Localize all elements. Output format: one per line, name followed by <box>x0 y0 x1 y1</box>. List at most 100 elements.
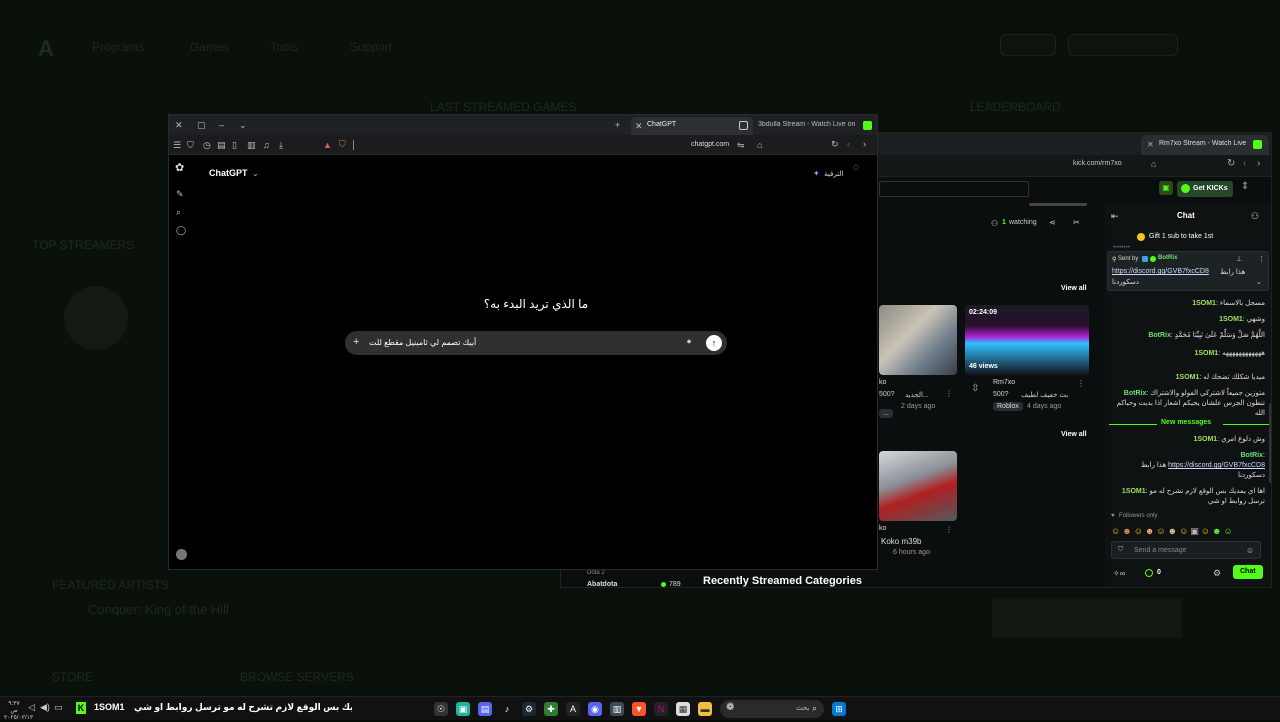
brave-icon[interactable]: ▼ <box>632 702 646 716</box>
brave-rewards-icon[interactable]: ▲ <box>323 140 332 150</box>
new-messages-divider[interactable]: New messages <box>1109 419 1269 429</box>
emote-icon[interactable]: ☺ <box>1111 526 1122 536</box>
send-arrow-icon[interactable]: ↑ <box>706 335 722 351</box>
wallet-icon[interactable]: ▤ <box>217 140 226 150</box>
emote-icon[interactable]: ☺ <box>1156 526 1167 536</box>
chat-username[interactable]: 1SOM1 <box>1219 316 1243 323</box>
brave-shields-icon[interactable]: ⛉ <box>339 139 346 149</box>
kick-tab[interactable]: ✕ Rm7xo Stream - Watch Live on Kick <box>1141 135 1269 155</box>
emote-icon[interactable]: ☺ <box>1223 526 1234 536</box>
site-settings-icon[interactable]: ⇋ <box>737 140 745 150</box>
chat-link[interactable]: https://discord.gg/GVB7fxcCD8 <box>1168 462 1265 469</box>
steam-icon[interactable]: ⚙ <box>522 702 536 716</box>
notifications-icon[interactable]: ◁ <box>28 702 35 713</box>
app-icon[interactable]: ☉ <box>434 702 448 716</box>
app-icon[interactable]: ✚ <box>544 702 558 716</box>
app-icon[interactable]: ▣ <box>456 702 470 716</box>
chat-username[interactable]: 1SOM1 <box>1193 436 1217 443</box>
chat-scrollbar[interactable] <box>1269 403 1271 483</box>
app-icon[interactable]: N <box>654 702 668 716</box>
emote-bar[interactable]: ☺☻☺☻☺☻☺▣☺☻☺ <box>1111 525 1267 537</box>
video-2-menu-icon[interactable]: ⋮ <box>1077 379 1085 388</box>
reload-icon[interactable]: ↻ <box>831 139 839 149</box>
chat-username[interactable]: BotRix <box>1124 390 1147 397</box>
model-selector[interactable]: ChatGPT ⌄ <box>209 163 259 178</box>
pinned-link[interactable]: https://discord.gg/GVB7fxcCD8 <box>1112 268 1209 275</box>
chat-username[interactable]: 1SOM1 <box>1192 300 1216 307</box>
kick-search-input[interactable] <box>879 181 1029 197</box>
get-kicks-button[interactable]: Get KICKs <box>1177 181 1233 197</box>
tab-kick[interactable]: 3bdulla Stream - Watch Live on Kick <box>755 117 877 135</box>
window-close-icon[interactable]: ✕ <box>175 120 183 130</box>
tiktok-icon[interactable]: ♪ <box>500 702 514 716</box>
clip-icon[interactable]: ✂ <box>1073 218 1080 227</box>
forward-icon[interactable]: › <box>1257 158 1260 169</box>
gift-banner[interactable]: Gift 1 sub to take 1st <box>1105 231 1271 243</box>
video-1-menu-icon[interactable]: ⋮ <box>945 389 953 398</box>
video-2-title[interactable]: بث خفيف لطيف <box>1021 391 1068 399</box>
tab-close-icon[interactable]: ✕ <box>1147 140 1154 149</box>
forward-icon[interactable]: › <box>863 139 866 149</box>
prompt-input[interactable]: أبيك تصمم لي ثامبنيل مقطع للت <box>369 338 476 347</box>
openai-logo-icon[interactable]: ✿ <box>175 163 184 174</box>
emote-icon[interactable]: ☻ <box>1145 526 1156 536</box>
video-2-channel[interactable]: Rm7xo <box>993 379 1015 386</box>
back-icon[interactable]: ‹ <box>1243 158 1246 169</box>
reload-icon[interactable]: ↻ <box>1227 158 1235 169</box>
history-icon[interactable]: ◷ <box>203 140 211 150</box>
video-thumbnail-3[interactable] <box>879 451 957 521</box>
video-1-title[interactable]: الجديد... <box>905 391 929 399</box>
chat-username[interactable]: 1SOM1 <box>1176 374 1200 381</box>
tab-close-icon[interactable]: ✕ <box>635 121 643 131</box>
file-explorer-icon[interactable]: ▬ <box>698 702 712 716</box>
search-icon[interactable]: ⌕ <box>176 207 181 217</box>
window-maximize-icon[interactable]: ▢ <box>197 120 206 130</box>
chatgpt-address[interactable]: chatgpt.com <box>691 141 729 148</box>
temporary-chat-icon[interactable]: ◌ <box>853 163 859 173</box>
video-2-tag[interactable]: Roblox <box>993 402 1023 411</box>
discord-icon[interactable]: ◉ <box>588 702 602 716</box>
app-icon[interactable]: ▤ <box>478 702 492 716</box>
taskbar-search[interactable]: ❁ بحث ⌕ <box>720 700 824 718</box>
tab-list-icon[interactable]: ⌄ <box>239 120 247 130</box>
emote-icon[interactable]: ▣ <box>1190 526 1201 536</box>
video-thumbnail-1[interactable] <box>879 305 957 375</box>
network-icon[interactable]: ▭ <box>54 702 63 713</box>
pinned-user[interactable]: BotRix <box>1158 255 1177 261</box>
chat-settings-icon[interactable]: ⚙ <box>1213 568 1221 579</box>
emote-icon[interactable]: ☺ <box>1134 526 1145 536</box>
video-1-channel[interactable]: ko <box>879 379 886 386</box>
back-icon[interactable]: ‹ <box>847 139 850 149</box>
tab-chatgpt[interactable]: ✕ ChatGPT <box>631 117 753 135</box>
emote-icon[interactable]: ☺ <box>1201 526 1212 536</box>
unpin-icon[interactable]: ⊥ <box>1236 255 1242 263</box>
video-thumbnail-2[interactable]: 02:24:09 46 views <box>965 305 1089 375</box>
view-all-link-2[interactable]: View all <box>1061 431 1087 438</box>
emoji-picker-icon[interactable]: ☺ <box>1246 546 1254 555</box>
menu-icon[interactable]: ☰ <box>173 140 181 150</box>
shield-icon[interactable]: ⛉ <box>187 140 194 150</box>
expand-icon[interactable]: ⇕ <box>1241 181 1249 192</box>
kick-notification-icon[interactable]: K <box>76 702 86 714</box>
new-tab-icon[interactable]: + <box>615 120 620 130</box>
chats-icon[interactable]: ◯ <box>176 225 186 235</box>
upgrade-button[interactable]: ✦ الترقية <box>813 163 843 178</box>
video-3-menu-icon[interactable]: ⋮ <box>945 525 953 534</box>
chat-username[interactable]: 1SOM1 <box>1194 350 1218 357</box>
chat-username[interactable]: 1SOM1 <box>1122 488 1146 495</box>
emote-icon[interactable]: ☻ <box>1212 526 1223 536</box>
send-message-input[interactable]: ⛉ Send a message ☺ <box>1111 541 1261 559</box>
music-icon[interactable]: ♫ <box>263 140 270 150</box>
store-icon[interactable]: ▦ <box>676 702 690 716</box>
reading-list-icon[interactable]: ▥ <box>247 140 256 150</box>
pinned-menu-icon[interactable]: ⋮ <box>1258 255 1265 263</box>
start-icon[interactable]: ⊞ <box>832 702 846 716</box>
bookmark-icon[interactable]: ⌂ <box>757 140 762 150</box>
new-chat-icon[interactable]: ✎ <box>176 189 184 199</box>
attach-plus-icon[interactable]: + <box>353 336 359 348</box>
volume-icon[interactable]: ◀) <box>40 702 50 713</box>
view-all-link-1[interactable]: View all <box>1061 285 1087 292</box>
bookmark-icon[interactable]: ⌂ <box>1151 159 1156 169</box>
emote-icon[interactable]: ☺ <box>1179 526 1190 536</box>
collapse-chat-icon[interactable]: ⇤ <box>1111 211 1119 222</box>
